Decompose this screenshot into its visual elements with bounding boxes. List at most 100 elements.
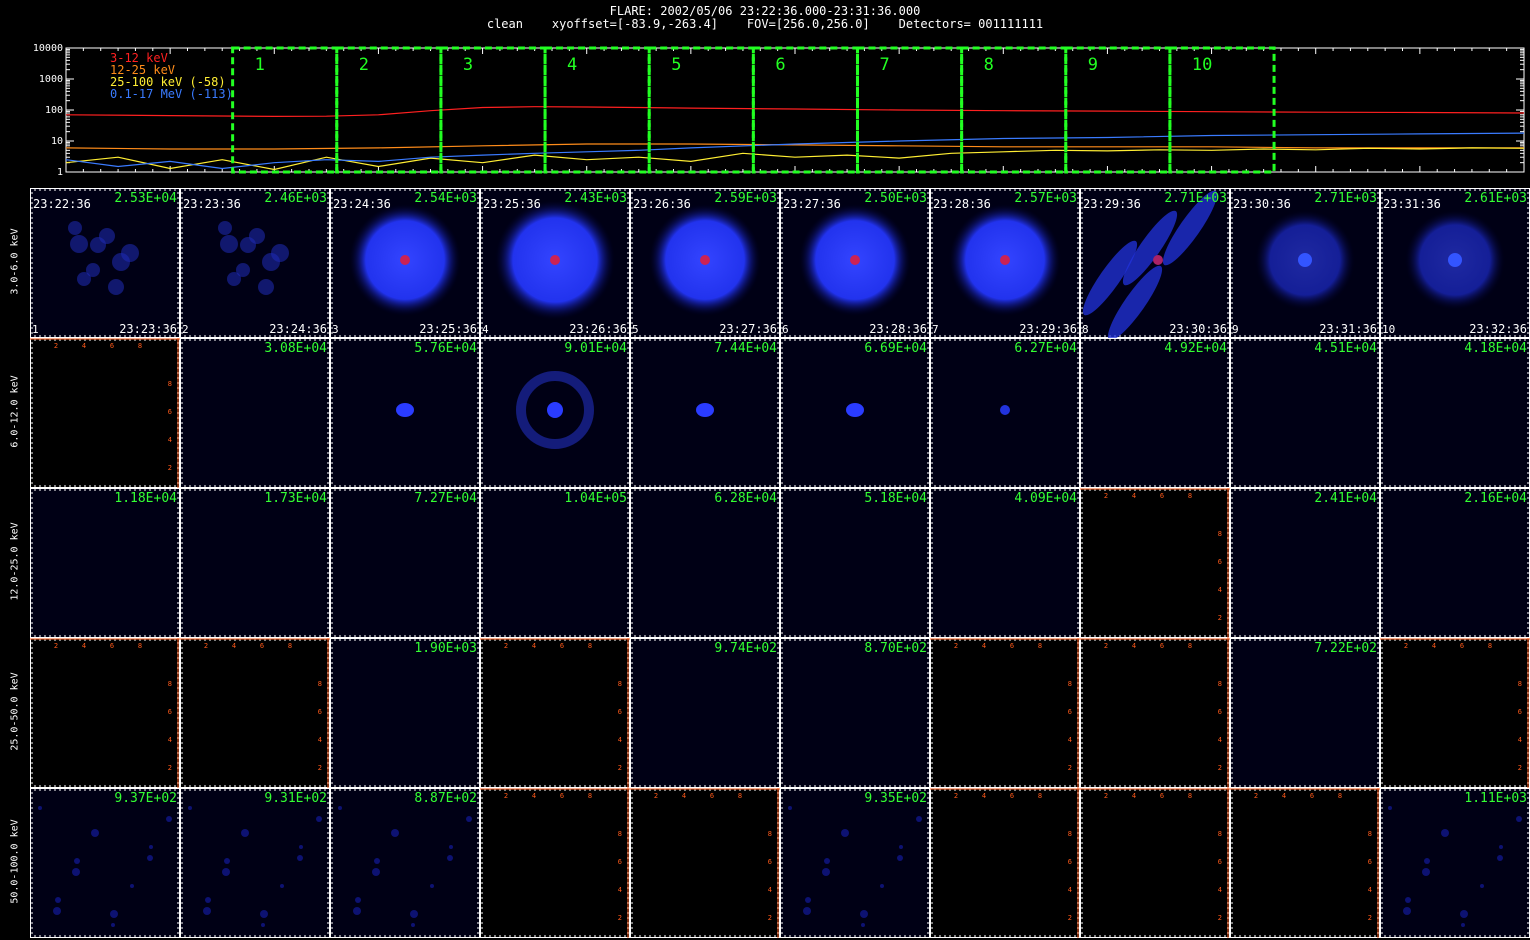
time-end-label: 23:26:36 xyxy=(569,322,627,336)
image-cell: 1.18E+04 xyxy=(30,488,180,638)
peak-flux-label: 4.18E+04 xyxy=(1464,341,1527,356)
empty-axis-tick-label: 4 xyxy=(1218,586,1222,594)
image-canvas xyxy=(780,638,930,788)
legend-entry-3: 0.1-17 MeV (-113) xyxy=(110,87,233,101)
y-tick-label: 1000 xyxy=(39,74,63,85)
empty-axis-tick-label: 4 xyxy=(168,736,172,744)
image-canvas: 2 2 4 4 6 6 8 8 xyxy=(480,638,630,788)
empty-axis-tick-label: 6 xyxy=(1010,642,1014,650)
image-cell: 7.27E+04 xyxy=(330,488,480,638)
image-canvas xyxy=(180,488,330,638)
image-canvas xyxy=(630,338,780,488)
empty-axis-tick-label: 2 xyxy=(168,464,172,472)
cell-frame xyxy=(1380,488,1530,638)
image-cell: 4.92E+04 xyxy=(1080,338,1230,488)
time-start-label: 23:23:36 xyxy=(183,197,241,211)
empty-axis-tick-label: 6 xyxy=(560,642,564,650)
time-end-label: 23:30:36 xyxy=(1169,322,1227,336)
cell-frame xyxy=(1230,488,1380,638)
interval-number: 6 xyxy=(782,323,789,336)
empty-axis-tick-label: 4 xyxy=(532,642,536,650)
emission-patch xyxy=(218,221,232,235)
empty-axis-tick-label: 2 xyxy=(204,642,208,650)
empty-axis-tick-label: 2 xyxy=(1104,642,1108,650)
energy-band-label: 6.0-12.0 keV xyxy=(9,375,21,448)
interval-number: 5 xyxy=(632,323,639,336)
time-end-label: 23:23:36 xyxy=(119,322,177,336)
image-cell: 4.51E+04 xyxy=(1230,338,1380,488)
peak-flux-label: 9.01E+04 xyxy=(564,341,627,356)
image-canvas xyxy=(30,488,180,638)
peak-flux-label: 8.70E+02 xyxy=(864,641,927,656)
emission-patch xyxy=(271,244,289,262)
interval-box-2 xyxy=(335,46,443,174)
image-cell: 2 2 4 4 6 6 8 8 xyxy=(30,338,180,488)
interval-box-5 xyxy=(647,46,755,174)
empty-axis-tick-label: 8 xyxy=(1218,530,1222,538)
empty-axis-tick-label: 4 xyxy=(318,736,322,744)
image-cell: 6.69E+04 xyxy=(780,338,930,488)
cell-frame xyxy=(780,488,930,638)
interval-label: 7 xyxy=(879,55,889,75)
image-cell: 2.16E+04 xyxy=(1380,488,1530,638)
peak-flux-label: 9.74E+02 xyxy=(714,641,777,656)
cell-frame xyxy=(30,338,180,488)
image-cell: 4.18E+04 xyxy=(1380,338,1530,488)
empty-axis-tick-label: 4 xyxy=(82,642,86,650)
time-start-label: 23:28:36 xyxy=(933,197,991,211)
time-start-label: 23:24:36 xyxy=(333,197,391,211)
empty-axis-tick-label: 4 xyxy=(618,736,622,744)
cell-frame xyxy=(1080,338,1230,488)
empty-axis-tick-label: 4 xyxy=(168,436,172,444)
energy-band-label: 50.0-100.0 keV xyxy=(9,819,21,904)
cell-frame xyxy=(330,488,480,638)
image-cell: 9.74E+02 xyxy=(630,638,780,788)
empty-axis-tick-label: 6 xyxy=(1218,708,1222,716)
emission-patch xyxy=(70,235,88,253)
peak-flux-label: 2.50E+03 xyxy=(864,191,927,206)
image-canvas xyxy=(1080,338,1230,488)
image-canvas xyxy=(330,488,480,638)
image-cell: 2.57E+03 23:28:36 23:29:36 7 xyxy=(930,188,1080,338)
image-canvas xyxy=(480,338,630,488)
empty-axis-tick-label: 6 xyxy=(110,342,114,350)
source-peak xyxy=(1153,255,1163,265)
interval-number: 1 xyxy=(32,323,39,336)
interval-number: 3 xyxy=(332,323,339,336)
interval-number: 7 xyxy=(932,323,939,336)
image-cell: 2.59E+03 23:26:36 23:27:36 5 xyxy=(630,188,780,338)
empty-axis-tick-label: 6 xyxy=(1068,708,1072,716)
interval-label: 8 xyxy=(984,55,994,75)
peak-flux-label: 7.27E+04 xyxy=(414,491,477,506)
peak-flux-label: 6.69E+04 xyxy=(864,341,927,356)
image-cell: 5.18E+04 xyxy=(780,488,930,638)
empty-axis-tick-label: 2 xyxy=(54,642,58,650)
cell-frame xyxy=(930,488,1080,638)
empty-axis-tick-label: 8 xyxy=(1218,680,1222,688)
emission-patch xyxy=(68,221,82,235)
empty-axis-tick-label: 2 xyxy=(1068,764,1072,772)
peak-flux-label: 2.71E+03 xyxy=(1314,191,1377,206)
cell-frame xyxy=(180,488,330,638)
empty-axis-tick-label: 8 xyxy=(618,680,622,688)
empty-axis-tick-label: 2 xyxy=(1218,764,1222,772)
light-curve-chart: 11010010001000023:2223:2423:2623:2823:30… xyxy=(33,43,1525,176)
interval-number: 9 xyxy=(1232,323,1239,336)
empty-axis-tick-label: 2 xyxy=(168,764,172,772)
image-canvas: 2 2 4 4 6 6 8 8 xyxy=(180,638,330,788)
image-cell: 3.08E+04 xyxy=(180,338,330,488)
time-end-label: 23:31:36 xyxy=(1319,322,1377,336)
time-end-label: 23:32:36 xyxy=(1469,322,1527,336)
cell-frame xyxy=(330,638,480,788)
peak-flux-label: 2.46E+03 xyxy=(264,191,327,206)
empty-axis-tick-label: 8 xyxy=(1038,642,1042,650)
interval-label: 3 xyxy=(463,55,473,75)
empty-axis-tick-label: 2 xyxy=(54,342,58,350)
source-spot xyxy=(396,403,414,417)
energy-band-label: 3.0-6.0 keV xyxy=(9,228,21,295)
empty-axis-tick-label: 2 xyxy=(1104,492,1108,500)
time-end-label: 23:27:36 xyxy=(719,322,777,336)
empty-axis-tick-label: 2 xyxy=(318,764,322,772)
empty-axis-tick-label: 8 xyxy=(1068,680,1072,688)
time-end-label: 23:24:36 xyxy=(269,322,327,336)
